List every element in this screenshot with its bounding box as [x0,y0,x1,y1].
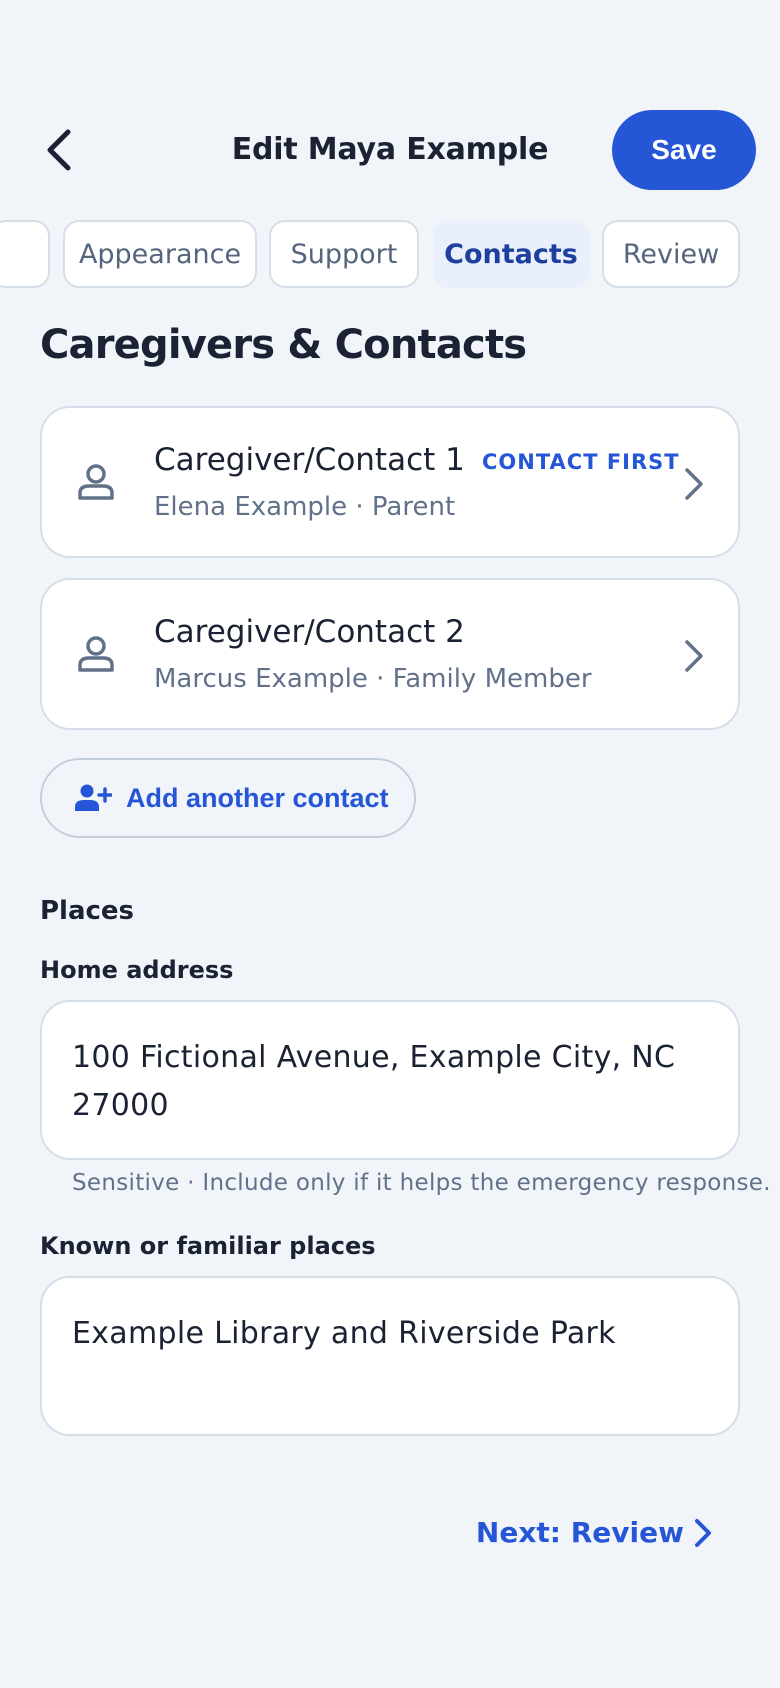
person-add-icon [75,784,112,811]
tab-appearance[interactable]: Appearance [63,220,257,288]
add-contact-label: Add another contact [126,782,389,813]
chevron-right-icon [685,468,703,500]
tab-review[interactable]: Review [602,220,740,288]
places-heading: Places [40,896,135,926]
familiar-places-field[interactable]: Example Library and Riverside Park [40,1276,740,1436]
save-button[interactable]: Save [612,110,756,190]
tab-contacts[interactable]: Contacts [433,220,589,288]
next-review-link[interactable]: Next: Review [476,1516,714,1549]
home-address-field[interactable]: 100 Fictional Avenue, Example City, NC 2… [40,1000,740,1160]
section-title: Caregivers & Contacts [40,322,527,368]
contact-card-1[interactable]: Caregiver/Contact 1 Elena Example · Pare… [40,406,740,558]
home-address-hint: Sensitive · Include only if it helps the… [72,1170,771,1196]
tab-previous[interactable] [0,220,50,288]
familiar-places-label: Known or familiar places [40,1232,376,1260]
contact-subtitle: Elena Example · Parent [154,492,456,522]
home-address-label: Home address [40,956,234,984]
tab-support[interactable]: Support [269,220,419,288]
contact-card-2[interactable]: Caregiver/Contact 2 Marcus Example · Fam… [40,578,740,730]
contact-title: Caregiver/Contact 2 [154,614,465,650]
chevron-right-icon [695,1518,711,1547]
person-icon [78,464,114,500]
add-contact-button[interactable]: Add another contact [40,758,416,838]
chevron-right-icon [685,640,703,672]
edit-profile-screen: Edit Maya Example Save Appearance Suppor… [0,0,780,1688]
next-review-label: Next: Review [475,1516,684,1549]
person-icon [78,636,114,672]
contact-first-badge: CONTACT FIRST [482,450,680,474]
header: Edit Maya Example Save [0,110,780,190]
tab-bar: Appearance Support Contacts Review [0,220,780,288]
contact-subtitle: Marcus Example · Family Member [154,664,592,694]
contact-title: Caregiver/Contact 1 [154,442,465,478]
